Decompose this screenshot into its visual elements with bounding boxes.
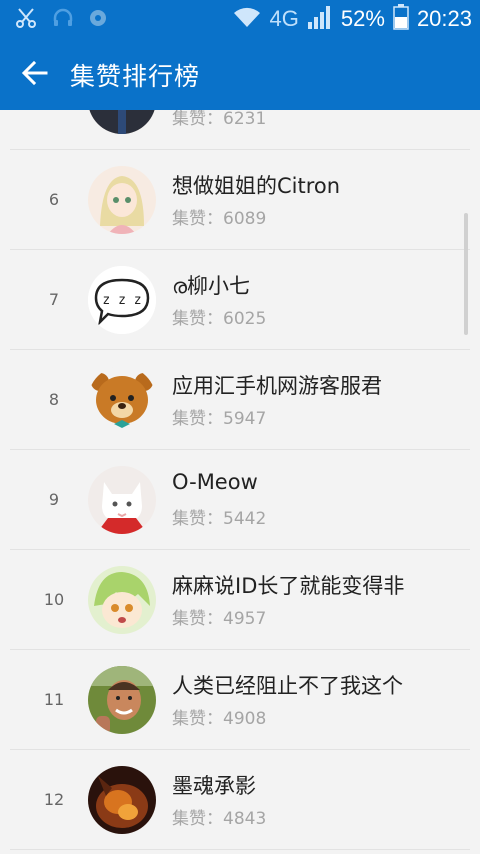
like-label: 集赞：	[172, 509, 223, 529]
like-label: 集赞：	[172, 309, 223, 329]
ranking-list[interactable]: 集赞：6231 6 想做姐姐的Citron 集赞：6089 7 z z z ര柳…	[0, 110, 480, 854]
like-label: 集赞：	[172, 209, 223, 229]
page-title: 集赞排行榜	[70, 62, 201, 91]
ranking-row[interactable]: 集赞：6231	[0, 110, 480, 150]
like-value: 6231	[223, 110, 267, 129]
user-name: ര柳小七	[172, 274, 251, 298]
ranking-row[interactable]: 10 麻麻说ID长了就能变得非 集赞：4957	[0, 550, 480, 650]
rank-number: 9	[48, 490, 60, 509]
like-value: 4957	[223, 609, 267, 629]
user-name: 应用汇手机网游客服君	[172, 374, 382, 398]
arrow-left-icon	[21, 59, 49, 91]
like-value: 4908	[223, 709, 267, 729]
like-count: 集赞：4843	[172, 804, 266, 829]
like-label: 集赞：	[172, 809, 223, 829]
app-bar: 集赞排行榜	[0, 38, 480, 110]
like-count: 集赞：6231	[172, 110, 266, 129]
clock: 20:23	[416, 6, 472, 31]
avatar	[88, 766, 156, 834]
scrollbar[interactable]	[464, 213, 468, 335]
ranking-row[interactable]: 7 z z z ര柳小七 集赞：6025	[0, 250, 480, 350]
svg-text:z z z: z z z	[102, 293, 141, 308]
back-button[interactable]	[18, 58, 52, 92]
disc-icon	[88, 8, 108, 32]
like-count: 集赞：4908	[172, 704, 266, 729]
avatar: z z z	[88, 266, 156, 334]
rank-number: 12	[43, 790, 65, 809]
system-icons: 4G 52% 20:23	[232, 4, 472, 34]
like-count: 集赞：6089	[172, 204, 266, 229]
ranking-row[interactable]: 9 O-Meow 集赞：5442	[0, 450, 480, 550]
like-value: 5947	[223, 409, 267, 429]
avatar	[88, 566, 156, 634]
avatar	[88, 466, 156, 534]
rank-number: 10	[43, 590, 65, 609]
like-count: 集赞：6025	[172, 304, 266, 329]
user-name: 麻麻说ID长了就能变得非	[172, 574, 405, 598]
user-name: 想做姐姐的Citron	[172, 174, 341, 198]
divider	[10, 849, 470, 850]
scissors-icon	[14, 6, 38, 34]
avatar	[88, 666, 156, 734]
signal-icon	[307, 4, 333, 34]
ranking-row[interactable]: 6 想做姐姐的Citron 集赞：6089	[0, 150, 480, 250]
like-value: 4843	[223, 809, 267, 829]
network-type: 4G	[269, 6, 299, 31]
battery-percent: 52%	[340, 6, 385, 31]
wifi-icon	[232, 5, 262, 33]
status-bar: 4G 52% 20:23	[0, 0, 480, 38]
like-count: 集赞：5442	[172, 504, 266, 529]
like-label: 集赞：	[172, 110, 223, 129]
like-label: 集赞：	[172, 409, 223, 429]
user-name: 墨魂承影	[172, 774, 256, 798]
ranking-row[interactable]: 12 墨魂承影 集赞：4843	[0, 750, 480, 850]
battery-icon	[393, 4, 409, 34]
like-count: 集赞：5947	[172, 404, 266, 429]
like-value: 6089	[223, 209, 267, 229]
notification-icons	[14, 6, 108, 34]
like-count: 集赞：4957	[172, 604, 266, 629]
avatar	[88, 166, 156, 234]
rank-number: 11	[43, 690, 65, 709]
rank-number: 6	[48, 190, 60, 209]
rank-number: 7	[48, 290, 60, 309]
rank-number: 8	[48, 390, 60, 409]
like-label: 集赞：	[172, 709, 223, 729]
user-name: 人类已经阻止不了我这个	[172, 674, 403, 698]
headset-icon	[52, 7, 74, 33]
ranking-row[interactable]: 8 应用汇手机网游客服君 集赞：5947	[0, 350, 480, 450]
ranking-row[interactable]: 11 人类已经阻止不了我这个 集赞：4908	[0, 650, 480, 750]
like-value: 6025	[223, 309, 267, 329]
avatar	[88, 110, 156, 134]
avatar	[88, 366, 156, 434]
like-label: 集赞：	[172, 609, 223, 629]
user-name: O-Meow	[172, 470, 258, 494]
like-value: 5442	[223, 509, 267, 529]
